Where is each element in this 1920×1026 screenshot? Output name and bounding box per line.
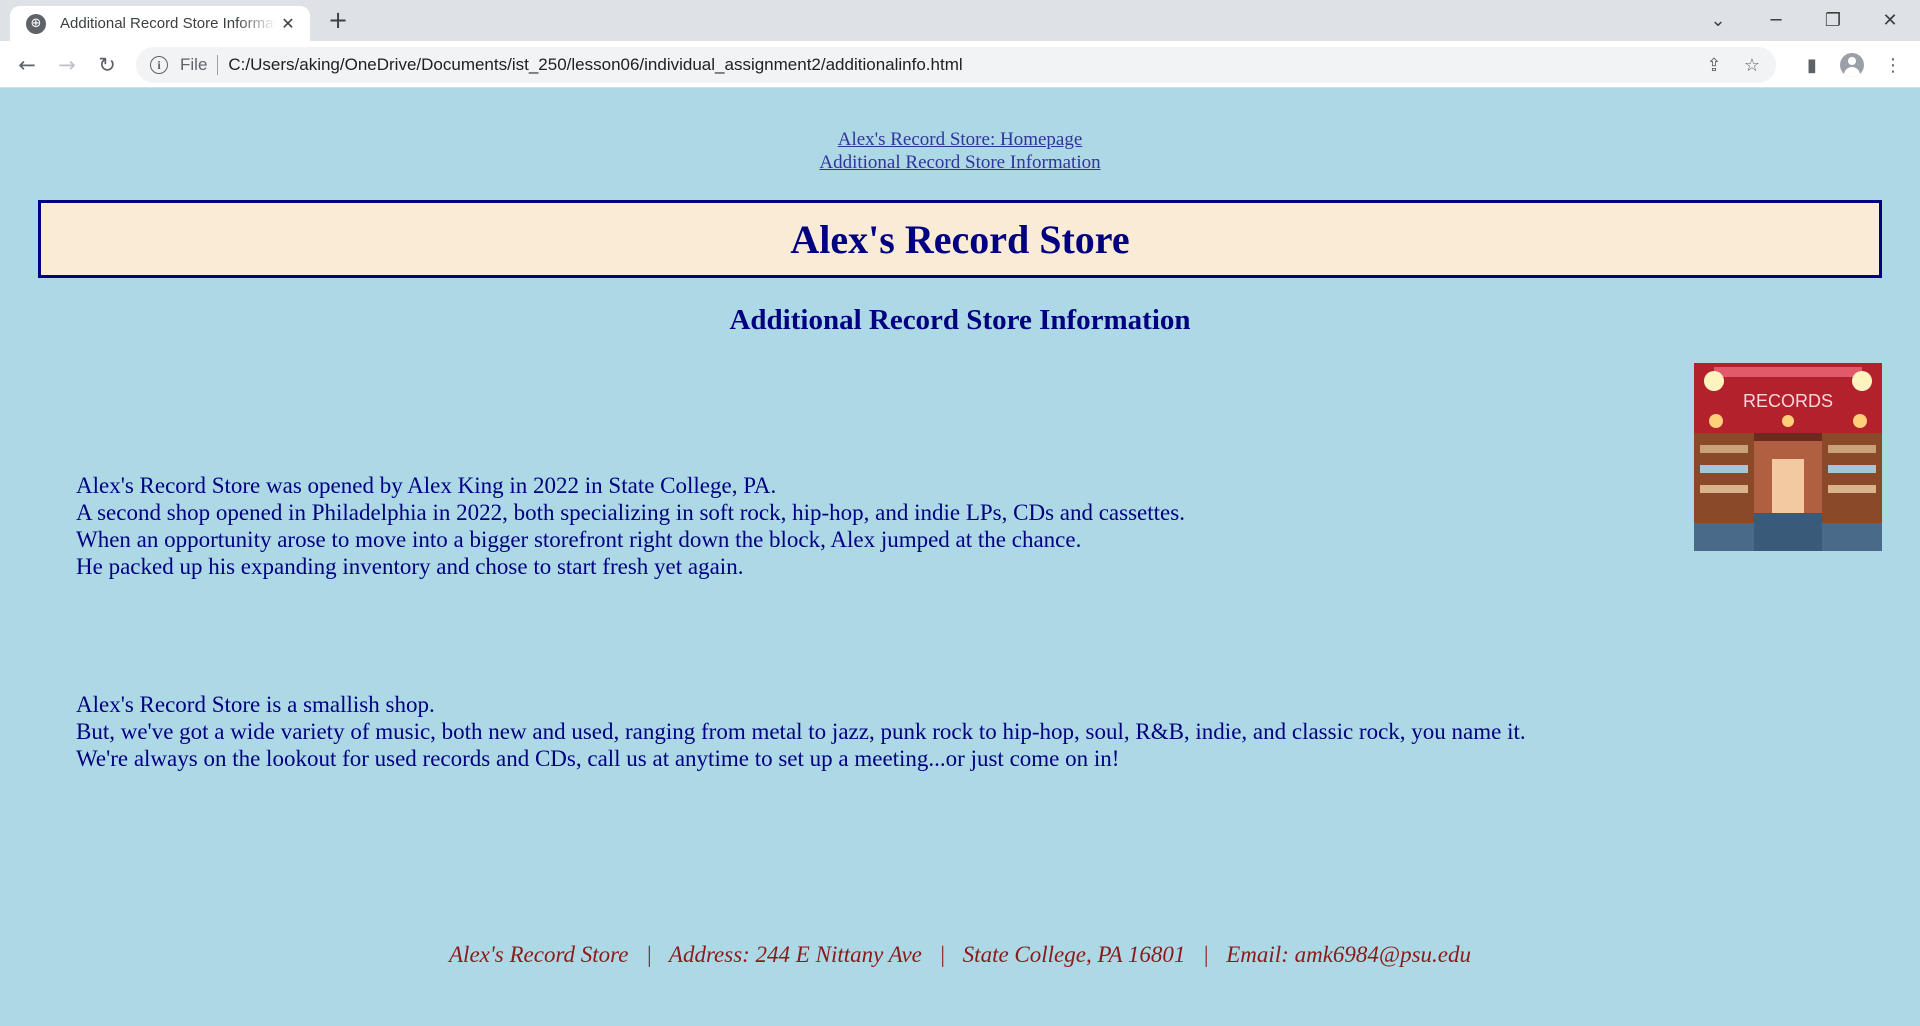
paragraph-line: Alex's Record Store was opened by Alex K… [76, 473, 777, 498]
paragraph-line: Alex's Record Store is a smallish shop. [76, 692, 435, 717]
browser-tab-active[interactable]: ⊕ Additional Record Store Information ✕ [10, 6, 310, 41]
page-subtitle: Additional Record Store Information [729, 304, 1191, 336]
site-banner: Alex's Record Store [38, 200, 1882, 278]
paragraph-line: When an opportunity arose to move into a… [76, 527, 1082, 552]
paragraph-line: A second shop opened in Philadelphia in … [76, 500, 1185, 525]
records-sign-text: RECORDS [1743, 391, 1833, 411]
browser-tab-strip: ⊕ Additional Record Store Information ✕ … [0, 0, 1920, 41]
nav-link-additional-info[interactable]: Additional Record Store Information [819, 151, 1100, 174]
page-content: Alex's Record Store: Homepage Additional… [0, 88, 1920, 1026]
avatar-icon [1840, 53, 1864, 77]
forward-arrow-icon[interactable]: → [52, 50, 82, 80]
globe-icon: ⊕ [26, 13, 46, 34]
browser-menu-kebab-icon[interactable]: ⋮ [1878, 50, 1908, 80]
tab-search-chevron-icon[interactable]: ⌄ [1690, 0, 1746, 40]
side-panel-icon[interactable]: ▮ [1797, 50, 1827, 80]
new-tab-button[interactable]: + [324, 6, 352, 34]
bookmark-star-icon[interactable]: ☆ [1740, 53, 1764, 77]
site-navigation: Alex's Record Store: Homepage Additional… [0, 128, 1920, 174]
record-store-interior-image: RECORDS [1694, 363, 1882, 551]
reload-icon[interactable]: ↻ [92, 50, 122, 80]
share-icon[interactable]: ⇪ [1702, 53, 1726, 77]
store-description-paragraph: Alex's Record Store is a smallish shop. … [76, 691, 1526, 772]
address-separator [217, 55, 219, 75]
minimize-window-icon[interactable]: ─ [1748, 0, 1804, 40]
browser-toolbar: ← → ↻ i File C:/Users/aking/OneDrive/Doc… [0, 41, 1920, 88]
url-text[interactable]: C:/Users/aking/OneDrive/Documents/ist_25… [228, 55, 962, 75]
nav-link-homepage[interactable]: Alex's Record Store: Homepage [838, 128, 1083, 151]
paragraph-line: He packed up his expanding inventory and… [76, 554, 744, 579]
store-history-paragraph: Alex's Record Store was opened by Alex K… [76, 472, 1185, 580]
paragraph-line: We're always on the lookout for used rec… [76, 746, 1120, 771]
paragraph-line: But, we've got a wide variety of music, … [76, 719, 1526, 744]
file-scheme-label: File [180, 55, 208, 74]
close-window-icon[interactable]: ✕ [1862, 0, 1918, 40]
record-store-photo: RECORDS [1694, 363, 1882, 551]
restore-window-icon[interactable]: ❐ [1805, 0, 1861, 40]
page-footer: Alex's Record Store | Address: 244 E Nit… [449, 942, 1471, 967]
site-info-icon[interactable]: i [150, 56, 168, 74]
tab-close-icon[interactable]: ✕ [278, 14, 298, 33]
profile-avatar-button[interactable] [1837, 50, 1867, 80]
tab-title: Additional Record Store Information [60, 15, 276, 32]
site-title: Alex's Record Store [790, 216, 1130, 262]
address-bar[interactable]: i File C:/Users/aking/OneDrive/Documents… [136, 47, 1776, 83]
back-arrow-icon[interactable]: ← [12, 50, 42, 80]
